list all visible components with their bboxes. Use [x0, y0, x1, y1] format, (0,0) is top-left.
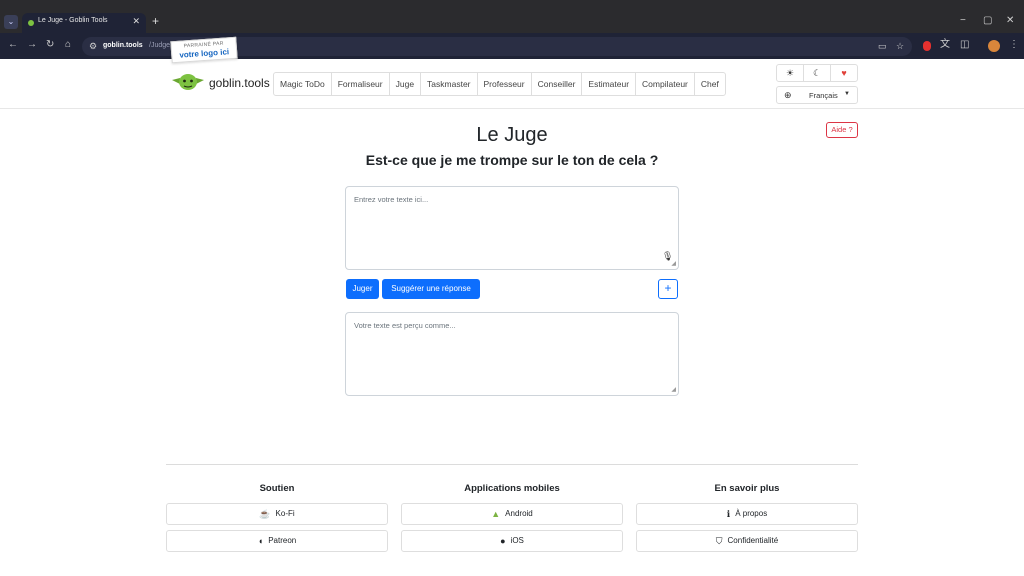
nav-formaliseur[interactable]: Formaliseur — [332, 73, 390, 95]
close-tab-icon[interactable]: ✕ — [132, 16, 140, 27]
extension-icon[interactable] — [923, 41, 931, 51]
cast-icon[interactable]: ▭ — [878, 41, 887, 52]
page-title: Le Juge — [476, 124, 548, 146]
language-select[interactable]: ⊕ Français ▼ — [776, 86, 858, 104]
nav-magic-todo[interactable]: Magic ToDo — [274, 73, 332, 95]
ios-label: iOS — [510, 536, 524, 545]
browser-tab[interactable]: Le Juge - Goblin Tools ✕ — [22, 13, 146, 33]
shield-icon: ⛉ — [715, 536, 723, 546]
menu-kebab-icon[interactable]: ⋮ — [1009, 40, 1019, 50]
light-mode-icon[interactable]: ☀ — [777, 65, 804, 81]
site-header: goblin.tools Magic ToDo Formaliseur Juge… — [0, 59, 1024, 109]
tab-search-icon[interactable]: ⌄ — [4, 15, 18, 29]
nav-conseiller[interactable]: Conseiller — [532, 73, 583, 95]
browser-tab-bar: ⌄ Le Juge - Goblin Tools ✕ + − ▢ ✕ — [0, 0, 1024, 36]
apple-icon: ● — [500, 536, 506, 546]
about-button[interactable]: ℹ À propos — [636, 503, 858, 525]
browser-toolbar: ← → ↻ ⌂ ⚙ goblin.tools /Judge ▭ ☆ 文 ◫ ⋮ — [0, 33, 1024, 59]
heart-icon[interactable]: ♥ — [831, 65, 857, 81]
kofi-label: Ko-Fi — [275, 509, 295, 518]
language-value: Français — [809, 91, 838, 100]
minimize-icon[interactable]: − — [960, 15, 966, 26]
goblin-logo-icon[interactable] — [172, 72, 204, 92]
profile-avatar[interactable] — [988, 40, 1000, 52]
new-tab-icon[interactable]: + — [152, 14, 159, 28]
forward-icon[interactable]: → — [27, 40, 37, 50]
restore-icon[interactable]: ▢ — [983, 15, 992, 26]
caret-down-icon: ▼ — [844, 91, 850, 97]
close-window-icon[interactable]: ✕ — [1006, 15, 1014, 26]
dark-mode-icon[interactable]: ☾ — [804, 65, 831, 81]
support-heading: Soutien — [259, 483, 295, 494]
patreon-button[interactable]: ◖ Patreon — [166, 530, 388, 552]
tab-title: Le Juge - Goblin Tools — [38, 17, 108, 24]
output-textarea[interactable]: Votre texte est perçu comme... ◢ — [345, 312, 679, 396]
sponsor-badge[interactable]: PARRAINÉ PAR votre logo ici — [170, 36, 238, 64]
ios-button[interactable]: ● iOS — [401, 530, 623, 552]
input-placeholder: Entrez votre texte ici... — [354, 195, 429, 204]
nav-juge[interactable]: Juge — [390, 73, 422, 95]
site-info-icon[interactable]: ⚙ — [89, 41, 97, 52]
globe-icon: ⊕ — [784, 90, 792, 100]
mobile-apps-heading: Applications mobiles — [464, 483, 560, 494]
back-icon[interactable]: ← — [8, 40, 18, 50]
input-textarea[interactable]: Entrez votre texte ici... 🎙 ◢ — [345, 186, 679, 270]
url-path: /Judge — [149, 42, 171, 49]
android-label: Android — [505, 509, 533, 518]
theme-toggle-group: ☀ ☾ ♥ — [776, 64, 858, 82]
home-icon[interactable]: ⌂ — [65, 40, 71, 50]
nav-taskmaster[interactable]: Taskmaster — [421, 73, 478, 95]
page-subtitle: Est-ce que je me trompe sur le ton de ce… — [365, 152, 659, 168]
reload-icon[interactable]: ↻ — [46, 40, 54, 50]
brand-name[interactable]: goblin.tools — [209, 76, 270, 90]
android-icon: ▲ — [491, 509, 501, 519]
url-host: goblin.tools — [103, 42, 143, 49]
patreon-label: Patreon — [268, 536, 297, 545]
patreon-icon: ◖ — [257, 536, 264, 546]
resize-grip-icon[interactable]: ◢ — [671, 260, 676, 267]
nav-professeur[interactable]: Professeur — [478, 73, 532, 95]
learn-more-heading: En savoir plus — [714, 483, 780, 494]
tools-nav: Magic ToDo Formaliseur Juge Taskmaster P… — [273, 72, 726, 96]
privacy-button[interactable]: ⛉ Confidentialité — [636, 530, 858, 552]
resize-grip-icon[interactable]: ◢ — [671, 386, 676, 393]
nav-estimateur[interactable]: Estimateur — [582, 73, 637, 95]
judge-button[interactable]: Juger — [346, 279, 379, 299]
translate-icon[interactable]: 文 — [940, 40, 950, 50]
add-button[interactable]: + — [658, 279, 678, 299]
android-button[interactable]: ▲ Android — [401, 503, 623, 525]
extensions-puzzle-icon[interactable]: ◫ — [960, 40, 969, 50]
privacy-label: Confidentialité — [727, 536, 779, 545]
favicon-icon — [28, 20, 34, 26]
about-label: À propos — [735, 509, 768, 518]
kofi-button[interactable]: ☕ Ko-Fi — [166, 503, 388, 525]
nav-chef[interactable]: Chef — [695, 73, 725, 95]
nav-compilateur[interactable]: Compilateur — [636, 73, 695, 95]
output-placeholder: Votre texte est perçu comme... — [354, 321, 456, 330]
footer-divider — [166, 464, 858, 465]
info-icon: ℹ — [726, 509, 731, 519]
suggest-reply-button[interactable]: Suggérer une réponse — [382, 279, 480, 299]
bookmark-star-icon[interactable]: ☆ — [896, 41, 904, 52]
coffee-cup-icon: ☕ — [259, 509, 271, 519]
